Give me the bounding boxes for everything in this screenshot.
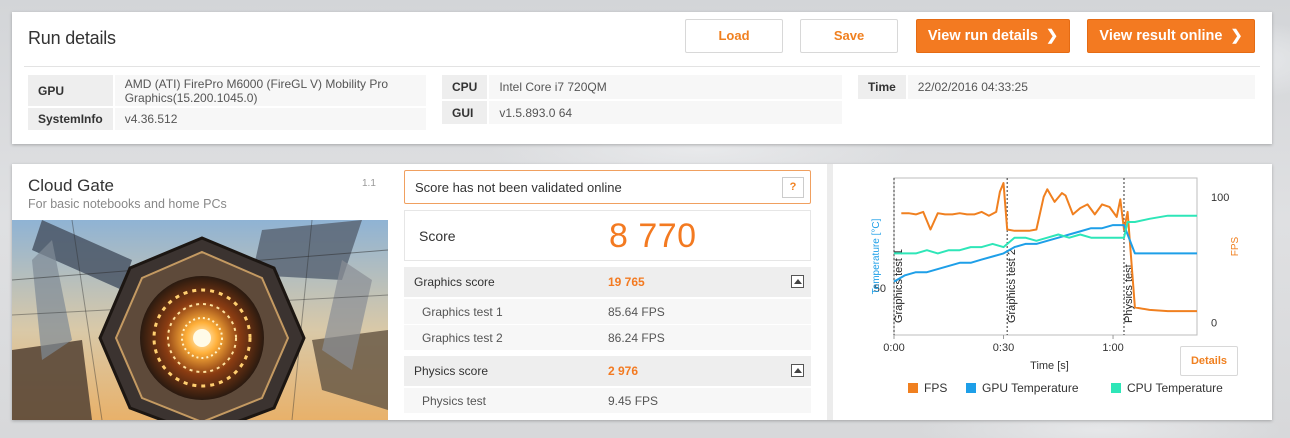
chevron-right-icon: ❯ bbox=[1045, 28, 1059, 44]
cloud-gate-artwork-illustration bbox=[12, 220, 388, 420]
legend-swatch bbox=[1111, 383, 1121, 393]
score-value: 8 770 bbox=[609, 217, 697, 255]
x-tick-label: 0:00 bbox=[883, 342, 904, 354]
graphics-test-1-value: 85.64 FPS bbox=[608, 304, 665, 319]
run-details-title: Run details bbox=[28, 28, 116, 48]
y-right-tick-label: 0 bbox=[1211, 317, 1217, 329]
gui-value: v1.5.893.0 64 bbox=[488, 100, 842, 126]
test-description: For basic notebooks and home PCs bbox=[28, 197, 227, 211]
physics-score-row: Physics score 2 976 bbox=[404, 356, 811, 386]
x-tick-label: 1:00 bbox=[1102, 342, 1123, 354]
cpu-info-table: CPU Intel Core i7 720QM GUI v1.5.893.0 6… bbox=[442, 75, 842, 126]
view-run-details-button[interactable]: View run details ❯ bbox=[916, 19, 1070, 53]
panel-divider bbox=[827, 164, 833, 420]
systeminfo-value: v4.36.512 bbox=[113, 107, 426, 132]
graphics-test-2-label: Graphics test 2 bbox=[422, 330, 503, 345]
chevron-right-icon: ❯ bbox=[1230, 28, 1243, 44]
y-right-axis-title: FPS bbox=[1230, 236, 1241, 256]
graphics-test-2-value: 86.24 FPS bbox=[608, 330, 665, 345]
physics-score-label: Physics score bbox=[414, 364, 489, 378]
graphics-test-1-row: Graphics test 1 85.64 FPS bbox=[404, 299, 811, 324]
cpu-label: CPU bbox=[442, 75, 490, 101]
legend-swatch bbox=[908, 383, 918, 393]
plot-area bbox=[893, 177, 1198, 336]
gpu-info-table: GPU AMD (ATI) FirePro M6000 (FireGL V) M… bbox=[28, 75, 426, 132]
cloud-gate-artwork bbox=[12, 220, 388, 420]
gpu-value: AMD (ATI) FirePro M6000 (FireGL V) Mobil… bbox=[113, 75, 426, 108]
y-left-axis-title: Temperature [°C] bbox=[871, 218, 882, 294]
view-run-details-label: View run details bbox=[927, 28, 1038, 44]
section-label: Graphics test 2 bbox=[1006, 249, 1018, 323]
score-label: Score bbox=[419, 228, 456, 244]
validation-message: Score has not been validated online bbox=[415, 180, 622, 195]
time-info-table: Time 22/02/2016 04:33:25 bbox=[858, 75, 1255, 101]
overall-score-box: Score 8 770 bbox=[404, 210, 811, 261]
test-version: 1.1 bbox=[362, 178, 376, 189]
legend-swatch bbox=[966, 383, 976, 393]
view-result-online-button[interactable]: View result online ❯ bbox=[1087, 19, 1255, 53]
graphics-test-1-label: Graphics test 1 bbox=[422, 304, 503, 319]
cloud-gate-panel: Cloud Gate For basic notebooks and home … bbox=[12, 164, 1272, 420]
x-tick-label: 0:30 bbox=[993, 342, 1014, 354]
collapse-graphics-button[interactable] bbox=[791, 275, 804, 288]
validation-notice: Score has not been validated online ? bbox=[404, 170, 811, 204]
x-axis-title: Time [s] bbox=[1030, 360, 1069, 372]
graphics-score-label: Graphics score bbox=[414, 275, 495, 289]
graphics-score-row: Graphics score 19 765 bbox=[404, 267, 811, 297]
legend-label: FPS bbox=[924, 381, 947, 395]
save-button[interactable]: Save bbox=[800, 19, 898, 53]
section-label: Graphics test 1 bbox=[893, 249, 905, 323]
time-label: Time bbox=[858, 75, 908, 101]
help-button[interactable]: ? bbox=[782, 177, 804, 198]
legend-label: GPU Temperature bbox=[982, 381, 1079, 395]
gui-label: GUI bbox=[442, 100, 490, 126]
time-value: 22/02/2016 04:33:25 bbox=[906, 75, 1255, 101]
details-button[interactable]: Details bbox=[1180, 346, 1238, 376]
graphics-test-2-row: Graphics test 2 86.24 FPS bbox=[404, 325, 811, 350]
physics-test-row: Physics test 9.45 FPS bbox=[404, 388, 811, 413]
view-result-online-label: View result online bbox=[1099, 28, 1223, 44]
y-right-tick-label: 100 bbox=[1211, 192, 1229, 204]
legend-label: CPU Temperature bbox=[1127, 381, 1223, 395]
collapse-physics-button[interactable] bbox=[791, 364, 804, 377]
physics-score-value: 2 976 bbox=[608, 364, 639, 378]
run-details-panel: Run details Load Save View run details ❯ … bbox=[12, 12, 1272, 144]
load-button[interactable]: Load bbox=[685, 19, 783, 53]
gpu-label: GPU bbox=[28, 75, 115, 108]
physics-test-value: 9.45 FPS bbox=[608, 393, 659, 408]
cpu-value: Intel Core i7 720QM bbox=[488, 75, 842, 101]
header-divider bbox=[24, 66, 1260, 67]
monitoring-chart: Graphics test 1 Graphics test 2 Physics te… bbox=[871, 177, 1241, 395]
physics-test-label: Physics test bbox=[422, 393, 487, 408]
test-name: Cloud Gate bbox=[28, 176, 114, 195]
systeminfo-label: SystemInfo bbox=[28, 107, 115, 132]
graphics-score-value: 19 765 bbox=[608, 275, 645, 289]
